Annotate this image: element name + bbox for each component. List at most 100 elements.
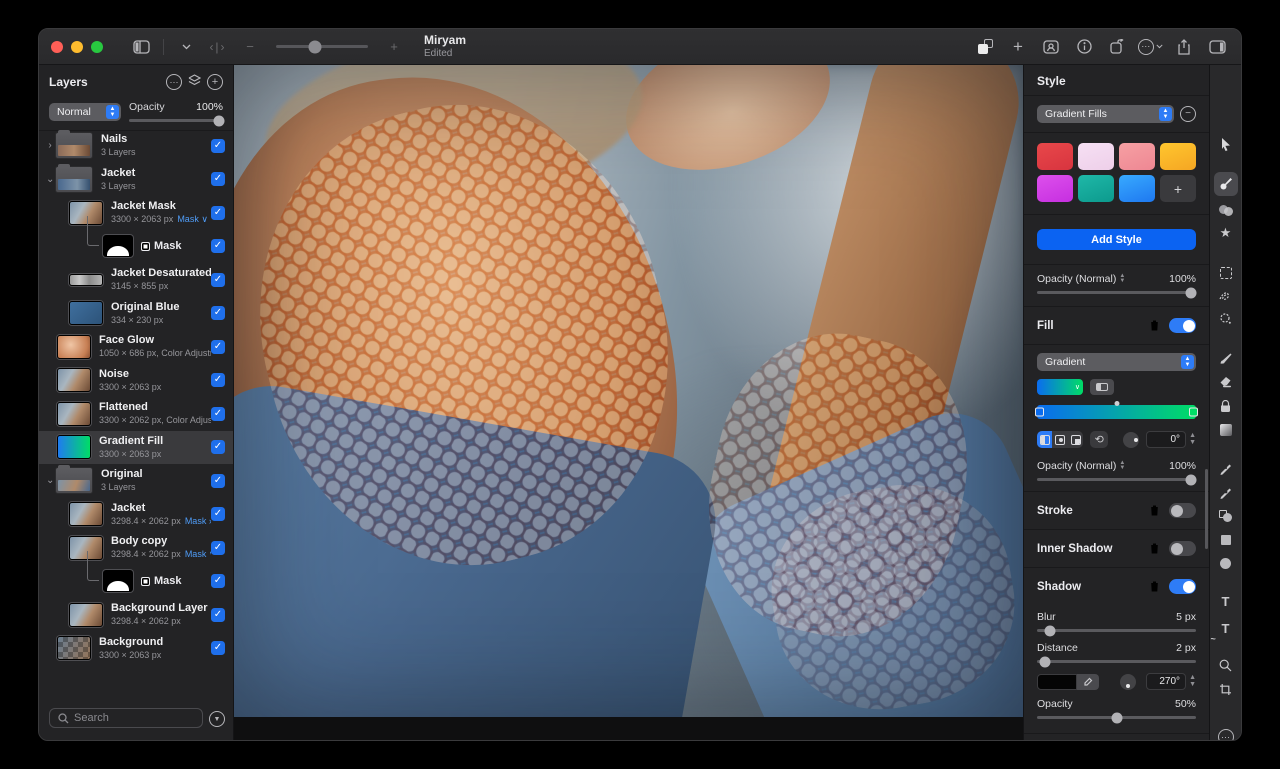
color-swap-icon[interactable] bbox=[973, 35, 997, 59]
gradient-stop-start[interactable] bbox=[1035, 408, 1044, 417]
shape-tool[interactable] bbox=[1214, 504, 1238, 528]
filter-icon[interactable]: ▼ bbox=[209, 711, 225, 727]
right-panel-icon[interactable] bbox=[1205, 35, 1229, 59]
angle-gradient-button[interactable] bbox=[1068, 431, 1083, 448]
swatch-magenta[interactable] bbox=[1037, 175, 1073, 202]
fill-type-select[interactable]: Gradient ▲▼ bbox=[1037, 353, 1196, 371]
visibility-checkbox[interactable] bbox=[211, 139, 225, 153]
layer-row-flattened[interactable]: Flattened 3300 × 2062 px, Color Adjust… bbox=[39, 397, 233, 431]
sidebar-toggle-icon[interactable] bbox=[129, 35, 153, 59]
visibility-checkbox[interactable] bbox=[211, 574, 225, 588]
gradient-midpoint[interactable] bbox=[1114, 401, 1119, 406]
visibility-checkbox[interactable] bbox=[211, 306, 225, 320]
mask-link[interactable]: Mask › bbox=[185, 516, 211, 526]
fill-opacity-slider[interactable] bbox=[1037, 478, 1196, 481]
trash-icon[interactable] bbox=[1149, 580, 1160, 593]
trash-icon[interactable] bbox=[1149, 504, 1160, 517]
layer-row-jacket-desaturated[interactable]: Jacket Desaturated 3145 × 855 px bbox=[39, 263, 233, 297]
quick-select-tool[interactable] bbox=[1214, 284, 1238, 308]
share-icon[interactable] bbox=[1172, 35, 1196, 59]
pen-tool[interactable] bbox=[1214, 456, 1238, 480]
add-swatch-button[interactable]: + bbox=[1160, 175, 1196, 202]
chevron-down-icon[interactable]: ⌄ bbox=[46, 174, 54, 185]
portrait-icon[interactable] bbox=[1039, 35, 1063, 59]
layers-opacity-slider[interactable] bbox=[129, 119, 223, 122]
layer-row-background-layer[interactable]: Background Layer 3298.4 × 2062 px bbox=[39, 598, 233, 632]
ellipse-shape-tool[interactable] bbox=[1214, 551, 1238, 575]
eyedropper-icon[interactable] bbox=[1077, 674, 1099, 690]
trash-icon[interactable] bbox=[1149, 319, 1160, 332]
erase-tool[interactable] bbox=[1214, 370, 1238, 394]
more-icon[interactable]: ⋯ bbox=[1138, 35, 1163, 59]
layer-row-mask[interactable]: Mask bbox=[39, 565, 233, 599]
visibility-checkbox[interactable] bbox=[211, 541, 225, 555]
layer-row-mask[interactable]: Mask bbox=[39, 230, 233, 264]
visibility-checkbox[interactable] bbox=[211, 440, 225, 454]
layer-row-original-group[interactable]: ⌄ Original 3 Layers bbox=[39, 464, 233, 498]
layer-row-jacket-group[interactable]: ⌄ Jacket 3 Layers bbox=[39, 163, 233, 197]
swatch-gold[interactable] bbox=[1160, 143, 1196, 170]
shadow-angle-input[interactable]: 270° bbox=[1146, 673, 1186, 690]
distance-slider[interactable] bbox=[1037, 660, 1196, 663]
layer-row-nails[interactable]: › Nails 3 Layers bbox=[39, 129, 233, 163]
search-input[interactable] bbox=[74, 712, 194, 724]
style-preset-select[interactable]: Gradient Fills ▲▼ bbox=[1037, 105, 1174, 123]
freeform-pen-tool[interactable] bbox=[1214, 480, 1238, 504]
zoom-tool[interactable] bbox=[1214, 653, 1238, 677]
mask-link[interactable]: Mask ∨ bbox=[185, 549, 211, 559]
swatch-blue[interactable] bbox=[1119, 175, 1155, 202]
gradient-editor-bar[interactable] bbox=[1037, 405, 1196, 419]
swatch-pale-pink[interactable] bbox=[1078, 143, 1114, 170]
swatch-salmon[interactable] bbox=[1119, 143, 1155, 170]
trash-icon[interactable] bbox=[1149, 542, 1160, 555]
layer-stack-icon[interactable] bbox=[188, 73, 201, 91]
visibility-checkbox[interactable] bbox=[211, 373, 225, 387]
layer-row-body-copy[interactable]: Body copy 3298.4 × 2062 pxMask ∨ bbox=[39, 531, 233, 565]
stepper-icon[interactable]: ▲▼ bbox=[1119, 274, 1125, 285]
swatch-teal[interactable] bbox=[1078, 175, 1114, 202]
color-select-tool[interactable] bbox=[1214, 306, 1238, 330]
crop-tool[interactable] bbox=[1214, 677, 1238, 701]
layer-search[interactable] bbox=[49, 708, 203, 728]
style-opacity-slider[interactable] bbox=[1037, 291, 1196, 294]
stepper-icon[interactable]: ▲▼ bbox=[1189, 433, 1196, 446]
gradient-stop-end[interactable] bbox=[1189, 408, 1198, 417]
more-tools[interactable]: ⋯ bbox=[1214, 725, 1238, 741]
stepper-icon[interactable]: ▲▼ bbox=[1119, 461, 1125, 472]
visibility-checkbox[interactable] bbox=[211, 273, 225, 287]
layer-row-background[interactable]: Background 3300 × 2063 px bbox=[39, 632, 233, 666]
text-tool[interactable]: T bbox=[1214, 589, 1238, 613]
add-style-button[interactable]: Add Style bbox=[1037, 229, 1196, 250]
stepper-icon[interactable]: ▲▼ bbox=[1189, 675, 1196, 688]
zoom-out-icon[interactable]: − bbox=[238, 35, 262, 59]
text-warp-tool[interactable]: T bbox=[1214, 616, 1238, 640]
info-icon[interactable] bbox=[1072, 35, 1096, 59]
fill-angle-dial[interactable] bbox=[1123, 432, 1139, 448]
gradient-tool[interactable] bbox=[1214, 418, 1238, 442]
shadow-opacity-slider[interactable] bbox=[1037, 716, 1196, 719]
close-button[interactable] bbox=[51, 41, 63, 53]
chevron-down-icon[interactable]: ⌄ bbox=[46, 475, 54, 486]
layer-row-noise[interactable]: Noise 3300 × 2063 px bbox=[39, 364, 233, 398]
chevron-right-icon[interactable]: › bbox=[46, 140, 54, 151]
visibility-checkbox[interactable] bbox=[211, 239, 225, 253]
shadow-color-well[interactable] bbox=[1037, 674, 1077, 690]
effects-tool[interactable]: ★ bbox=[1214, 221, 1238, 245]
fill-angle-input[interactable]: 0° bbox=[1146, 431, 1186, 448]
visibility-checkbox[interactable] bbox=[211, 641, 225, 655]
ellipsis-circle-icon[interactable]: ⋯ bbox=[166, 74, 182, 90]
arrow-tool[interactable] bbox=[1214, 132, 1238, 156]
visibility-checkbox[interactable] bbox=[211, 340, 225, 354]
paint-tool[interactable] bbox=[1214, 346, 1238, 370]
layer-row-jacket-mask[interactable]: Jacket Mask 3300 × 2063 pxMask ∨ bbox=[39, 196, 233, 230]
style-tool[interactable] bbox=[1214, 172, 1238, 196]
fill-toggle[interactable] bbox=[1169, 318, 1196, 333]
visibility-checkbox[interactable] bbox=[211, 407, 225, 421]
blend-mode-select[interactable]: Normal ▲▼ bbox=[49, 103, 121, 121]
add-icon[interactable]: + bbox=[1006, 35, 1030, 59]
visibility-checkbox[interactable] bbox=[211, 206, 225, 220]
linear-gradient-button[interactable] bbox=[1037, 431, 1052, 448]
layer-row-gradient-fill[interactable]: Gradient Fill 3300 × 2063 px bbox=[39, 431, 233, 465]
stroke-toggle[interactable] bbox=[1169, 503, 1196, 518]
visibility-checkbox[interactable] bbox=[211, 507, 225, 521]
